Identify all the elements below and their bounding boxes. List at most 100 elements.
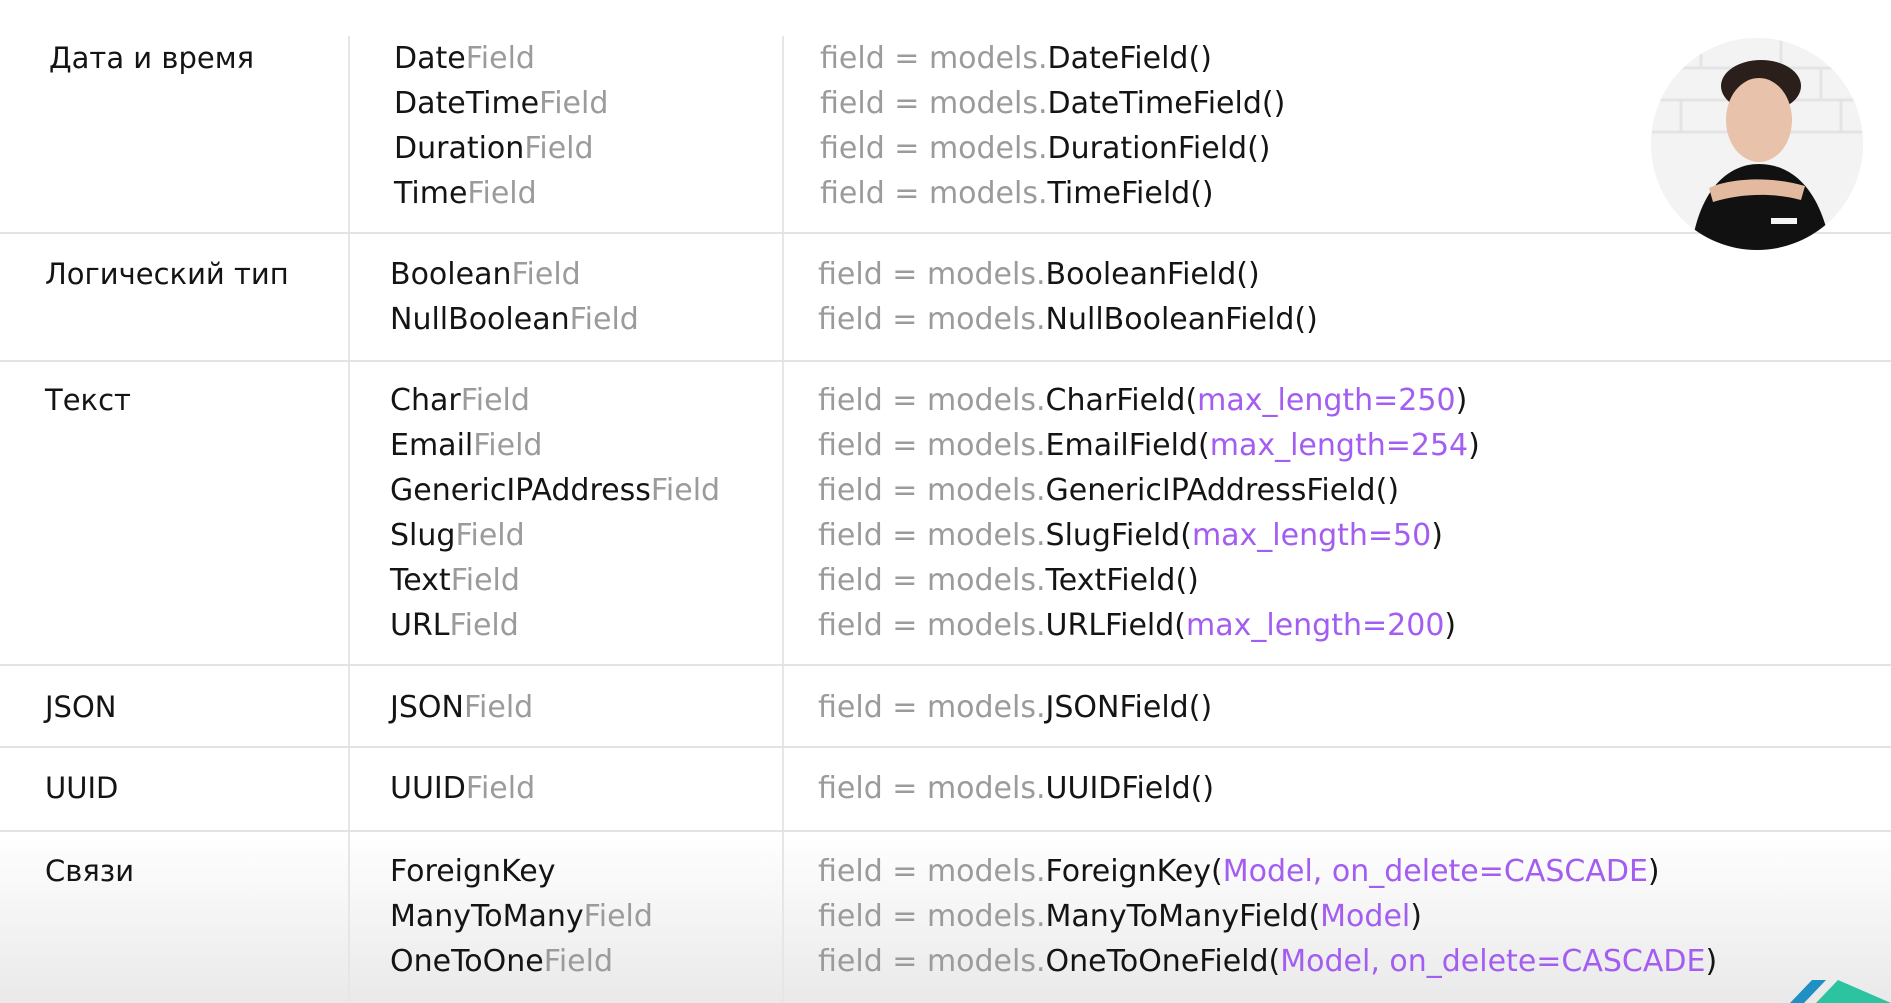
- code-class-name: CharField: [1045, 383, 1186, 418]
- code-line: field = models.JSONField(): [818, 685, 1212, 730]
- code-class-name: GenericIPAddressField: [1045, 473, 1376, 508]
- code-prefix: field = models.: [818, 944, 1046, 979]
- code-paren-open: (: [1190, 771, 1203, 806]
- presenter-webcam-image: [1651, 38, 1863, 250]
- field-name-suffix: Field: [543, 944, 613, 979]
- row-divider: [0, 232, 1891, 234]
- column-divider-right: [782, 36, 784, 1003]
- presenter-webcam: [1651, 38, 1863, 250]
- code-line: field = models.CharField(max_length=250): [818, 378, 1480, 423]
- code-prefix: field = models.: [818, 257, 1046, 292]
- field-name-list: JSONField: [390, 685, 533, 730]
- code-paren-close: ): [1247, 257, 1260, 292]
- code-paren-open: (: [1180, 518, 1192, 553]
- field-name-suffix: Field: [473, 428, 543, 463]
- field-name-list: DateField DateTimeField DurationField Ti…: [394, 36, 608, 216]
- code-prefix: field = models.: [818, 563, 1046, 598]
- code-paren-close: ): [1455, 383, 1468, 418]
- field-name-list: CharField EmailField GenericIPAddressFie…: [390, 378, 720, 648]
- field-name-list: BooleanField NullBooleanField: [390, 252, 639, 342]
- code-args: Model: [1320, 899, 1411, 934]
- field-name: SlugField: [390, 513, 720, 558]
- row-divider: [0, 746, 1891, 748]
- code-paren-close: ): [1201, 176, 1214, 211]
- field-name-suffix: Field: [569, 302, 639, 337]
- field-name: DurationField: [394, 126, 608, 171]
- code-class-name: DurationField: [1047, 131, 1248, 166]
- field-name-suffix: Field: [460, 383, 530, 418]
- code-line: field = models.DateTimeField(): [820, 81, 1285, 126]
- field-name-base: Date: [394, 41, 466, 76]
- field-name-suffix: Field: [539, 86, 609, 121]
- field-name-base: GenericIPAddress: [390, 473, 651, 508]
- django-field-types-table: Дата и время DateField DateTimeField Dur…: [0, 0, 1891, 1003]
- field-name-suffix: Field: [583, 899, 653, 934]
- field-name: ForeignKey: [390, 849, 653, 894]
- field-name-base: ForeignKey: [390, 854, 556, 889]
- code-class-name: ManyToManyField: [1045, 899, 1309, 934]
- code-prefix: field = models.: [818, 302, 1046, 337]
- field-name-base: URL: [390, 608, 450, 643]
- code-example-list: field = models.UUIDField(): [818, 766, 1214, 811]
- code-paren-open: (: [1308, 899, 1321, 934]
- category-label: Связи: [45, 854, 135, 888]
- code-line: field = models.SlugField(max_length=50): [818, 513, 1480, 558]
- field-name-suffix: Field: [467, 176, 537, 211]
- code-class-name: NullBooleanField: [1045, 302, 1295, 337]
- code-paren-close: ): [1187, 563, 1199, 598]
- field-name-list: UUIDField: [390, 766, 535, 811]
- field-name: EmailField: [390, 423, 720, 468]
- code-class-name: SlugField: [1045, 518, 1181, 553]
- code-paren-close: ): [1647, 854, 1660, 889]
- code-paren-open: (: [1268, 944, 1281, 979]
- code-class-name: ForeignKey: [1045, 854, 1211, 889]
- code-line: field = models.TimeField(): [820, 171, 1285, 216]
- code-line: field = models.NullBooleanField(): [818, 297, 1318, 342]
- code-example-list: field = models.ForeignKey(Model, on_dele…: [818, 849, 1717, 984]
- field-name-base: OneToOne: [390, 944, 544, 979]
- code-class-name: EmailField: [1045, 428, 1199, 463]
- code-paren-open: (: [1236, 257, 1248, 292]
- code-class-name: TimeField: [1047, 176, 1191, 211]
- category-label: JSON: [45, 690, 117, 724]
- code-args: Model, on_delete=CASCADE: [1280, 944, 1706, 979]
- code-class-name: OneToOneField: [1045, 944, 1269, 979]
- code-class-name: DateTimeField: [1047, 86, 1262, 121]
- code-line: field = models.ForeignKey(Model, on_dele…: [818, 849, 1717, 894]
- field-name: JSONField: [390, 685, 533, 730]
- field-name: GenericIPAddressField: [390, 468, 720, 513]
- field-name-base: DateTime: [394, 86, 540, 121]
- field-name-base: Duration: [394, 131, 525, 166]
- field-name: DateTimeField: [394, 81, 608, 126]
- code-line: field = models.URLField(max_length=200): [818, 603, 1480, 648]
- code-class-name: UUIDField: [1045, 771, 1191, 806]
- code-paren-close: ): [1468, 428, 1480, 463]
- code-line: field = models.DateField(): [820, 36, 1285, 81]
- field-name: NullBooleanField: [390, 297, 639, 342]
- code-paren-open: (: [1190, 176, 1202, 211]
- category-label: Дата и время: [49, 41, 255, 75]
- code-prefix: field = models.: [818, 899, 1046, 934]
- field-name-suffix: Field: [511, 257, 581, 292]
- code-prefix: field = models.: [818, 383, 1046, 418]
- code-line: field = models.OneToOneField(Model, on_d…: [818, 939, 1717, 984]
- code-paren-close: ): [1200, 690, 1213, 725]
- code-args: max_length=250: [1197, 383, 1456, 418]
- field-name-suffix: Field: [450, 563, 520, 598]
- field-name-suffix: Field: [465, 771, 536, 806]
- code-line: field = models.DurationField(): [820, 126, 1285, 171]
- field-name: ManyToManyField: [390, 894, 653, 939]
- code-paren-close: ): [1258, 131, 1271, 166]
- code-prefix: field = models.: [818, 518, 1046, 553]
- code-paren-open: (: [1247, 131, 1259, 166]
- field-name-base: Boolean: [390, 257, 512, 292]
- code-prefix: field = models.: [818, 608, 1046, 643]
- field-name: DateField: [394, 36, 608, 81]
- row-divider: [0, 664, 1891, 666]
- field-name: URLField: [390, 603, 720, 648]
- field-name-suffix: Field: [455, 518, 525, 553]
- field-name: UUIDField: [390, 766, 535, 811]
- code-prefix: field = models.: [820, 41, 1048, 76]
- field-name: TimeField: [394, 171, 608, 216]
- code-paren-open: (: [1211, 854, 1223, 889]
